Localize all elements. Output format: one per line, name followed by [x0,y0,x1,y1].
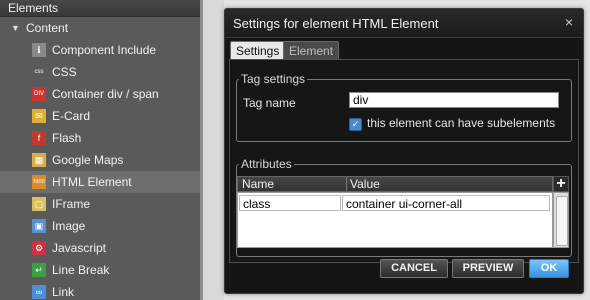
javascript-icon: ⚙ [32,241,46,255]
panel-header: Elements [0,0,200,17]
tree-item-label: E-Card [52,109,91,123]
attributes-legend: Attributes [241,157,292,171]
scrollbar-thumb[interactable] [556,196,568,246]
tree-item-label: CSS [52,65,77,79]
tree-item-label: Link [52,285,75,299]
link-icon: ∞ [32,285,46,299]
image-icon: ▣ [32,219,46,233]
settings-tab-panel: Tag settings Tag name ✓ this element can… [229,59,579,263]
tag-settings-legend: Tag settings [241,72,306,86]
tree-item-label: Flash [52,131,82,145]
settings-dialog: Settings for element HTML Element × Sett… [224,8,584,294]
tab-settings[interactable]: Settings [230,41,286,60]
component-include-icon: ℹ [32,43,46,57]
ok-button[interactable]: OK [529,259,569,278]
container-div-icon: DIV [32,87,46,101]
tag-settings-group: Tag settings Tag name ✓ this element can… [236,72,572,142]
tree-item-label: IFrame [52,197,91,211]
tree-items: ℹ Component Include css CSS DIV Container div… [0,39,200,300]
tree-item-label: Javascript [52,241,107,255]
preview-button[interactable]: PREVIEW [452,259,524,278]
tree-category-content[interactable]: ▼ Content [0,17,200,39]
attribute-name-cell[interactable]: class [239,195,341,211]
attributes-group: Attributes Name Value + class container … [236,157,572,257]
category-label: Content [26,21,69,35]
column-header-name[interactable]: Name [238,177,347,191]
tree-item[interactable]: f Flash [0,127,200,149]
ecard-icon: ✉ [32,109,46,123]
tree-item[interactable]: ⚙ Javascript [0,237,200,259]
google-maps-icon: ▦ [32,153,46,167]
html-element-icon: html [32,175,46,189]
tag-name-input[interactable] [349,92,559,108]
tab-element[interactable]: Element [283,41,340,60]
flash-icon: f [32,131,46,145]
dialog-titlebar[interactable]: Settings for element HTML Element × [225,9,583,38]
elements-panel: Elements ▼ Content ℹ Component Include css… [0,0,200,300]
subelements-label[interactable]: this element can have subelements [367,116,555,130]
tree-item[interactable]: ✉ E-Card [0,105,200,127]
line-break-icon: ↵ [32,263,46,277]
tree-item-label: Image [52,219,86,233]
tree-item[interactable]: css CSS [0,61,200,83]
subelements-checkbox[interactable]: ✓ [349,118,362,131]
attribute-value-cell[interactable]: container ui-corner-all [342,195,550,211]
expand-arrow-icon[interactable]: ▼ [11,17,20,39]
close-icon[interactable]: × [565,14,573,30]
css-icon: css [32,65,46,79]
tree-item-label: Line Break [52,263,110,277]
tree-item-label: Google Maps [52,153,124,167]
tag-name-label: Tag name [243,96,296,110]
tree-item[interactable]: html HTML Element [0,171,200,193]
tree-item[interactable]: ℹ Component Include [0,39,200,61]
tree-item[interactable]: ↵ Line Break [0,259,200,281]
table-row: class container ui-corner-all [238,194,552,212]
tree-item[interactable]: ▣ Image [0,215,200,237]
tree-item[interactable]: DIV Container div / span [0,83,200,105]
attributes-scrollbar[interactable] [553,192,569,248]
workspace-background [203,0,224,300]
column-header-value[interactable]: Value [346,177,550,191]
tree-item-label: Container div / span [52,87,159,101]
tree-item[interactable]: ▦ Google Maps [0,149,200,171]
add-attribute-icon[interactable]: + [553,176,569,192]
cancel-button[interactable]: CANCEL [380,259,448,278]
attributes-table-body: class container ui-corner-all [237,192,553,248]
iframe-icon: ▢ [32,197,46,211]
tree-item[interactable]: ▢ IFrame [0,193,200,215]
tree-item[interactable]: ∞ Link [0,281,200,300]
attributes-table-header: Name Value [237,176,553,192]
tree-item-label: Component Include [52,43,157,57]
dialog-title: Settings for element HTML Element [233,16,439,31]
tree-item-label: HTML Element [52,175,132,189]
